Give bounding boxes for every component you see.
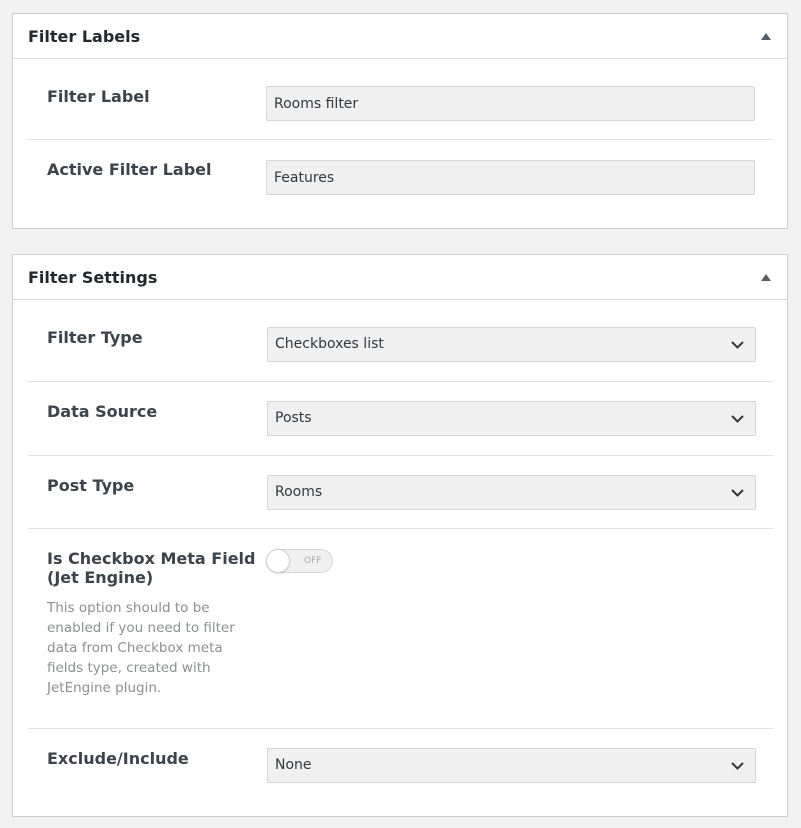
active-filter-label-label: Active Filter Label (47, 160, 212, 179)
collapse-arrow-icon[interactable] (761, 274, 771, 281)
filter-labels-panel: Filter Labels Filter Label Active Filter… (12, 13, 788, 229)
exclude-include-value: None (275, 757, 312, 773)
toggle-knob (266, 549, 290, 573)
data-source-label: Data Source (47, 402, 158, 421)
filter-type-select[interactable]: Checkboxes list (267, 327, 756, 362)
exclude-include-select[interactable]: None (267, 748, 756, 783)
post-type-select[interactable]: Rooms (267, 475, 756, 510)
divider (28, 139, 773, 140)
filter-label-label: Filter Label (47, 87, 150, 106)
panel-title: Filter Labels (28, 27, 141, 46)
filter-settings-panel: Filter Settings Filter Type Checkboxes l… (12, 254, 788, 817)
collapse-arrow-icon[interactable] (761, 33, 771, 40)
checkbox-meta-toggle[interactable]: OFF (266, 549, 333, 573)
chevron-down-icon (731, 415, 744, 423)
chevron-down-icon (731, 489, 744, 497)
post-type-value: Rooms (275, 484, 323, 500)
chevron-down-icon (731, 341, 744, 349)
chevron-down-icon (731, 762, 744, 770)
checkbox-meta-description: This option should to be enabled if you … (47, 600, 235, 696)
filter-labels-header[interactable]: Filter Labels (13, 14, 787, 59)
data-source-value: Posts (275, 410, 312, 426)
filter-type-value: Checkboxes list (275, 336, 384, 352)
panel-title: Filter Settings (28, 268, 158, 287)
filter-label-input[interactable] (266, 86, 755, 121)
active-filter-label-input[interactable] (266, 160, 755, 195)
divider (28, 528, 773, 529)
toggle-state-text: OFF (304, 556, 322, 566)
checkbox-meta-label-sub: (Jet Engine) (47, 568, 154, 587)
divider (28, 728, 773, 729)
checkbox-meta-label: Is Checkbox Meta Field (47, 549, 256, 568)
divider (28, 381, 773, 382)
filter-settings-header[interactable]: Filter Settings (13, 255, 787, 300)
filter-type-label: Filter Type (47, 328, 143, 347)
divider (28, 455, 773, 456)
data-source-select[interactable]: Posts (267, 401, 756, 436)
post-type-label: Post Type (47, 476, 135, 495)
exclude-include-label: Exclude/Include (47, 749, 189, 768)
